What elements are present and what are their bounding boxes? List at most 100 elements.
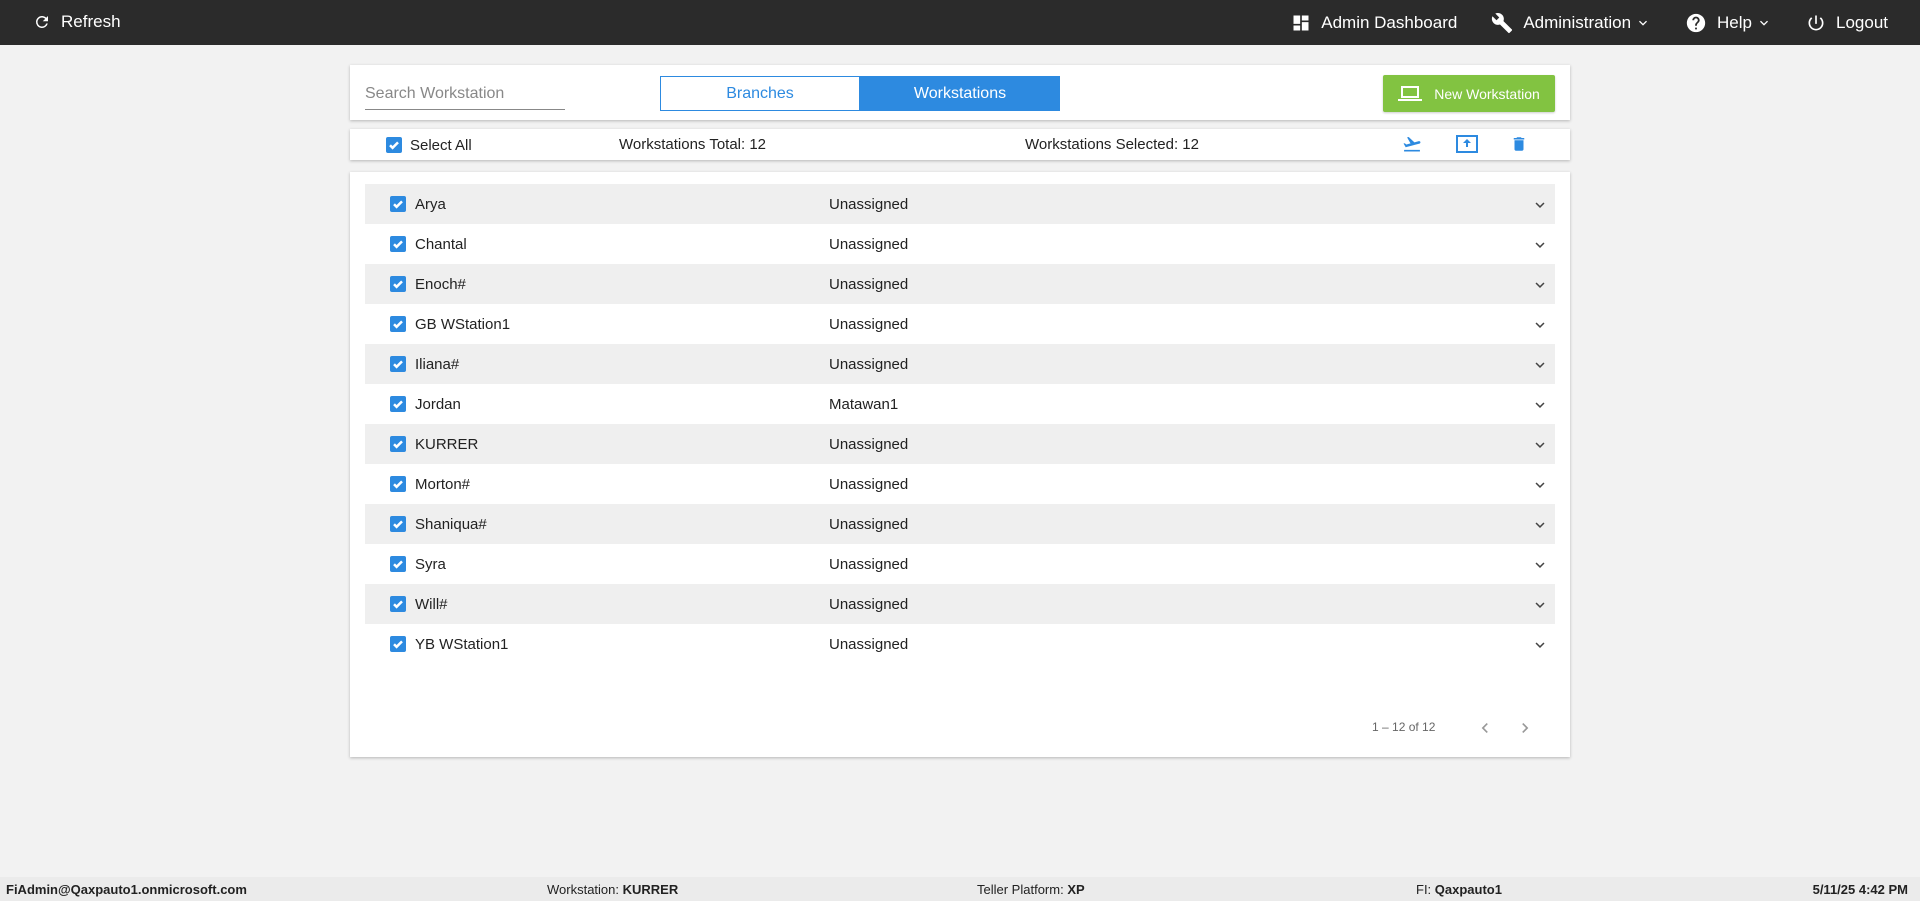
table-row[interactable]: Enoch# Unassigned xyxy=(365,264,1555,304)
chevron-down-icon xyxy=(1535,442,1545,448)
check-icon xyxy=(393,480,403,489)
expand-row-button[interactable] xyxy=(1531,396,1549,419)
search-input[interactable] xyxy=(365,81,565,110)
admin-dashboard-link[interactable]: Admin Dashboard xyxy=(1291,13,1457,33)
row-checkbox[interactable] xyxy=(390,236,406,252)
expand-row-button[interactable] xyxy=(1531,436,1549,459)
expand-row-button[interactable] xyxy=(1531,636,1549,659)
table-row[interactable]: Syra Unassigned xyxy=(365,544,1555,584)
footer-datetime-value: 5/11/25 4:42 PM xyxy=(1812,882,1908,897)
logout-label: Logout xyxy=(1836,12,1888,32)
workstation-list: Arya Unassigned Chantal Unassigned Enoch# Una… xyxy=(365,184,1555,664)
footer-fi-label: FI: xyxy=(1416,882,1435,897)
expand-row-button[interactable] xyxy=(1531,236,1549,259)
table-row[interactable]: YB WStation1 Unassigned xyxy=(365,624,1555,664)
refresh-label: Refresh xyxy=(61,12,121,31)
check-icon xyxy=(389,141,399,150)
workstation-name: Shaniqua# xyxy=(415,515,487,533)
delete-button[interactable] xyxy=(1510,134,1528,159)
administration-menu[interactable]: Administration xyxy=(1491,12,1651,34)
workstation-branch: Unassigned xyxy=(829,435,909,453)
footer-platform-value: XP xyxy=(1067,882,1085,897)
expand-row-button[interactable] xyxy=(1531,476,1549,499)
workstation-name: Will# xyxy=(415,595,448,613)
footer-datetime: 5/11/25 4:42 PM xyxy=(1813,882,1908,897)
tab-branches[interactable]: Branches xyxy=(660,76,860,111)
chevron-down-icon xyxy=(1535,202,1545,208)
table-row[interactable]: Chantal Unassigned xyxy=(365,224,1555,264)
table-row[interactable]: GB WStation1 Unassigned xyxy=(365,304,1555,344)
expand-row-button[interactable] xyxy=(1531,516,1549,539)
table-row[interactable]: Morton# Unassigned xyxy=(365,464,1555,504)
table-row[interactable]: Iliana# Unassigned xyxy=(365,344,1555,384)
expand-row-button[interactable] xyxy=(1531,196,1549,219)
expand-row-button[interactable] xyxy=(1531,276,1549,299)
new-workstation-button[interactable]: New Workstation xyxy=(1383,75,1555,112)
laptop-icon xyxy=(1398,85,1423,101)
row-checkbox[interactable] xyxy=(390,316,406,332)
chevron-down-icon xyxy=(1760,20,1768,26)
expand-row-button[interactable] xyxy=(1531,596,1549,619)
row-checkbox[interactable] xyxy=(390,556,406,572)
refresh-button[interactable]: Refresh xyxy=(33,12,121,32)
footer-platform-label: Teller Platform: xyxy=(977,882,1068,897)
tab-workstations[interactable]: Workstations xyxy=(860,76,1060,111)
workstation-branch: Unassigned xyxy=(829,515,909,533)
previous-page-button[interactable] xyxy=(1475,718,1495,743)
workstation-name: Morton# xyxy=(415,475,471,493)
chevron-down-icon xyxy=(1535,282,1545,288)
selection-bar: Select All Workstations Total: 12 Workst… xyxy=(350,129,1570,160)
chevron-down-icon xyxy=(1535,242,1545,248)
table-row[interactable]: Arya Unassigned xyxy=(365,184,1555,224)
chevron-down-icon xyxy=(1535,522,1545,528)
workstation-branch: Unassigned xyxy=(829,195,909,213)
expand-row-button[interactable] xyxy=(1531,356,1549,379)
workstations-selected: Workstations Selected: 12 xyxy=(1025,136,1199,153)
row-checkbox[interactable] xyxy=(390,196,406,212)
top-nav-bar: Refresh Admin Dashboard Administration H… xyxy=(0,0,1920,45)
check-icon xyxy=(393,280,403,289)
check-icon xyxy=(393,200,403,209)
footer-workstation: Workstation: KURRER xyxy=(547,882,678,897)
check-icon xyxy=(393,240,403,249)
row-checkbox[interactable] xyxy=(390,356,406,372)
table-row[interactable]: Shaniqua# Unassigned xyxy=(365,504,1555,544)
next-page-button[interactable] xyxy=(1515,718,1535,743)
chevron-down-icon xyxy=(1535,322,1545,328)
workstation-branch: Matawan1 xyxy=(829,395,899,413)
chevron-down-icon xyxy=(1535,562,1545,568)
chevron-down-icon xyxy=(1535,482,1545,488)
table-row[interactable]: Will# Unassigned xyxy=(365,584,1555,624)
row-checkbox[interactable] xyxy=(390,396,406,412)
chevron-left-icon xyxy=(1481,723,1488,733)
workstation-name: Iliana# xyxy=(415,355,460,373)
row-checkbox[interactable] xyxy=(390,516,406,532)
help-icon xyxy=(1686,13,1706,32)
footer-platform: Teller Platform: XP xyxy=(977,882,1085,897)
assign-branch-button[interactable] xyxy=(1401,134,1423,159)
check-icon xyxy=(393,560,403,569)
help-menu[interactable]: Help xyxy=(1685,12,1772,34)
workstation-branch: Unassigned xyxy=(829,355,909,373)
status-footer: FiAdmin@Qaxpauto1.onmicrosoft.com Workst… xyxy=(0,877,1920,901)
table-row[interactable]: KURRER Unassigned xyxy=(365,424,1555,464)
select-all-checkbox[interactable] xyxy=(386,137,402,153)
logout-button[interactable]: Logout xyxy=(1806,13,1888,33)
row-checkbox[interactable] xyxy=(390,636,406,652)
expand-row-button[interactable] xyxy=(1531,556,1549,579)
footer-user-value: FiAdmin@Qaxpauto1.onmicrosoft.com xyxy=(6,882,247,897)
workstation-branch: Unassigned xyxy=(829,315,909,333)
footer-user: FiAdmin@Qaxpauto1.onmicrosoft.com xyxy=(6,882,247,897)
table-row[interactable]: Jordan Matawan1 xyxy=(365,384,1555,424)
workstation-name: Arya xyxy=(415,195,446,213)
expand-row-button[interactable] xyxy=(1531,316,1549,339)
export-button[interactable] xyxy=(1455,134,1479,159)
new-workstation-label: New Workstation xyxy=(1434,85,1540,102)
footer-workstation-label: Workstation: xyxy=(547,882,623,897)
chevron-down-icon xyxy=(1535,362,1545,368)
row-checkbox[interactable] xyxy=(390,596,406,612)
airplane-takeoff-icon xyxy=(1403,136,1421,152)
row-checkbox[interactable] xyxy=(390,276,406,292)
row-checkbox[interactable] xyxy=(390,476,406,492)
row-checkbox[interactable] xyxy=(390,436,406,452)
